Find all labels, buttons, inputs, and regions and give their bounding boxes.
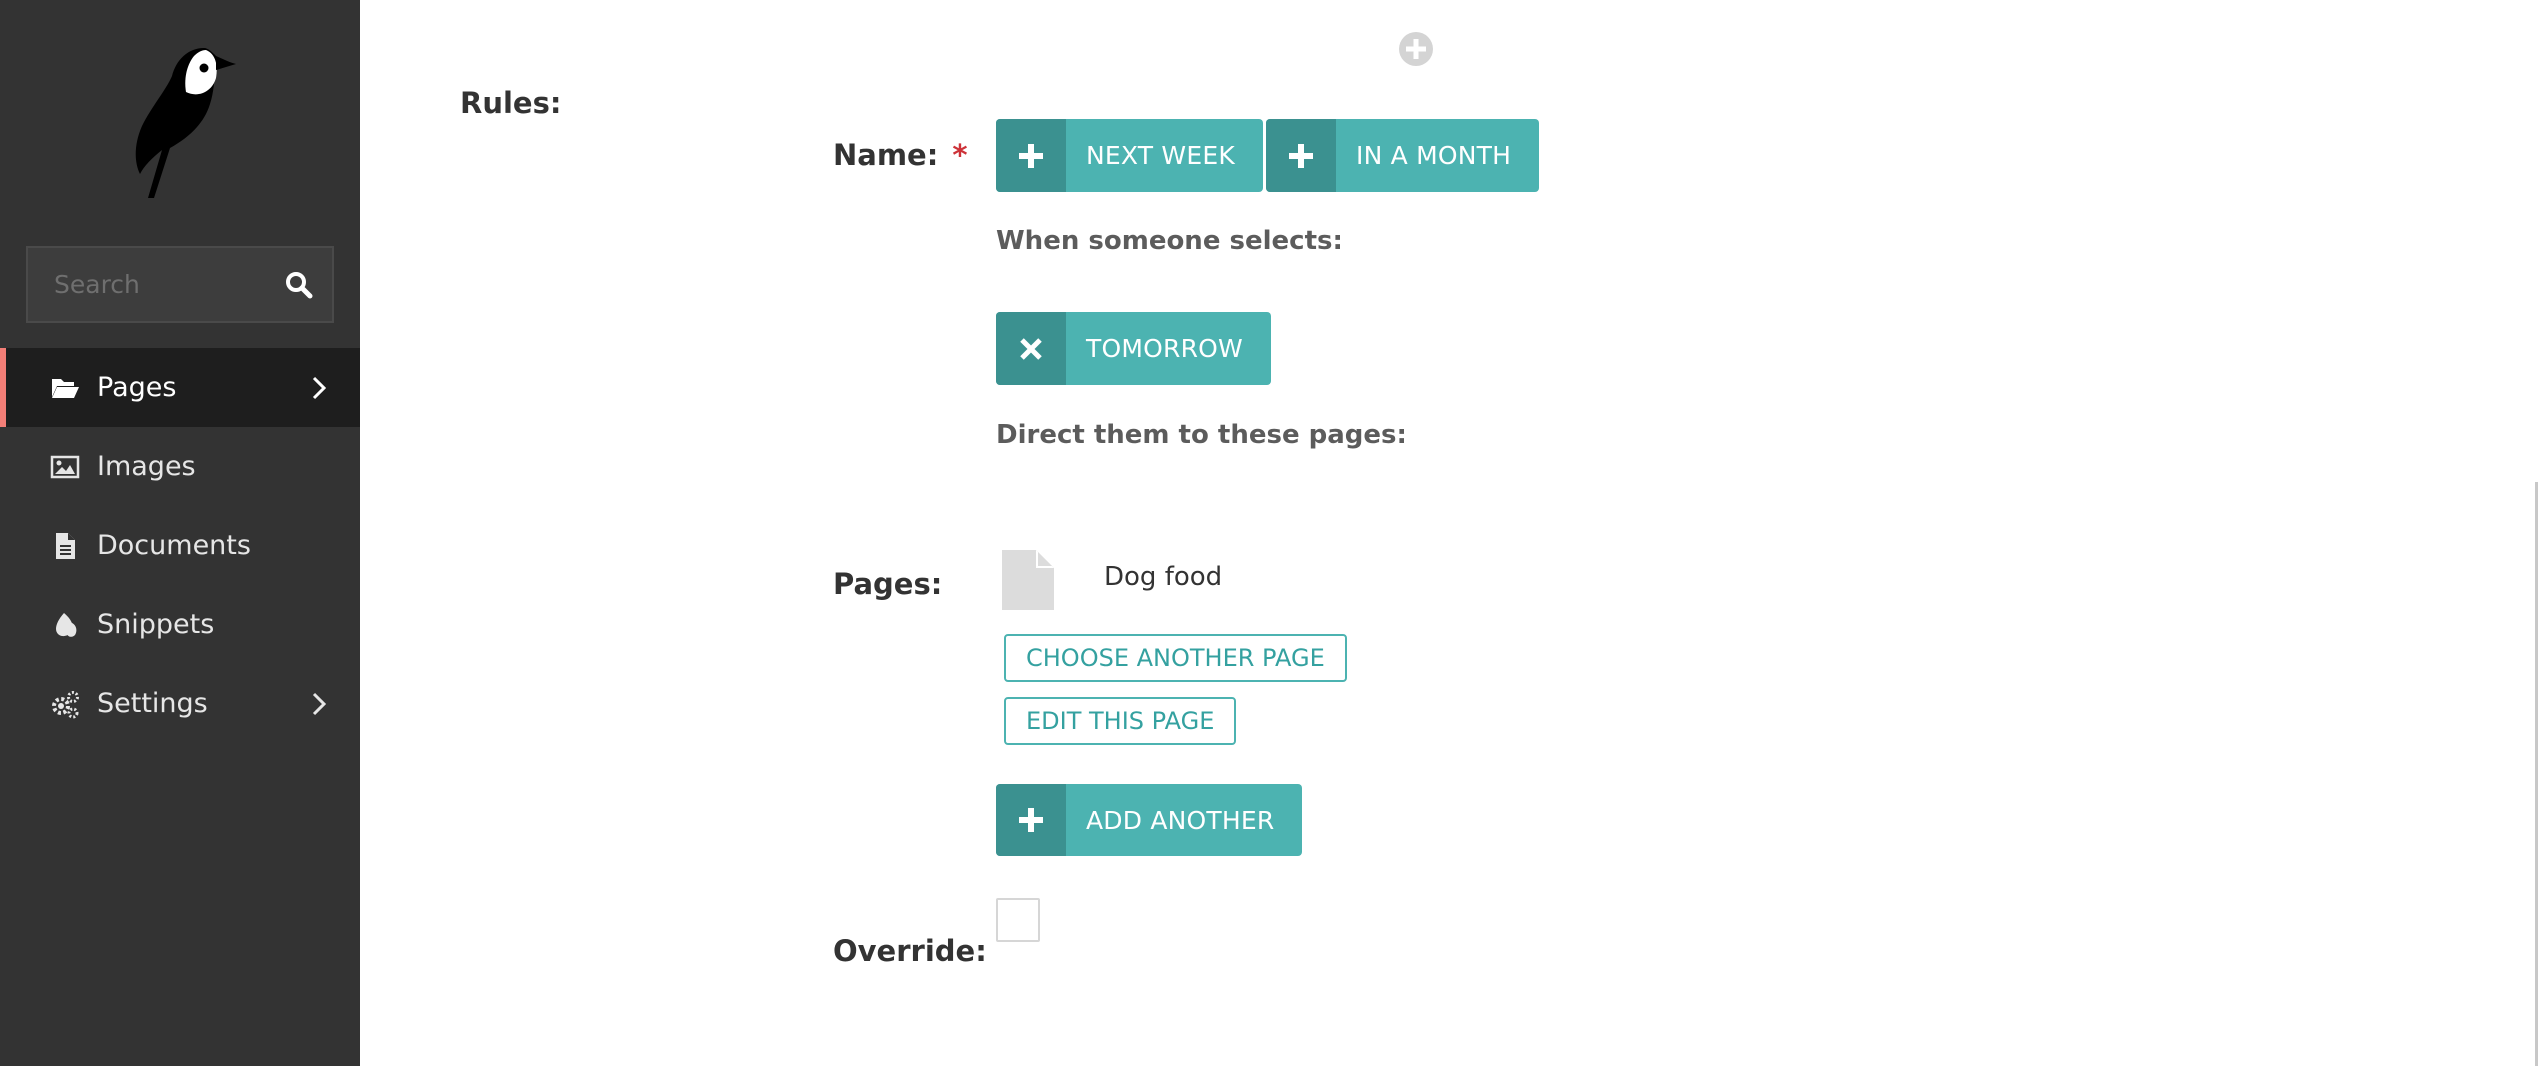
sidebar-item-images[interactable]: Images (0, 427, 360, 506)
button-label: TOMORROW (1086, 334, 1243, 363)
add-another-button[interactable]: ADD ANOTHER (996, 784, 1303, 856)
sidebar-item-label: Snippets (97, 609, 215, 640)
button-label: IN A MONTH (1356, 141, 1512, 170)
sidebar-item-pages[interactable]: Pages (0, 348, 360, 427)
search-box (26, 246, 334, 323)
override-checkbox[interactable] (996, 898, 1040, 942)
sidebar-item-snippets[interactable]: Snippets (0, 585, 360, 664)
plus-icon (996, 119, 1066, 192)
sidebar-item-label: Pages (97, 372, 177, 403)
add-circle-icon[interactable] (1397, 30, 1435, 68)
sidebar: Pages Images Documents (0, 0, 360, 1066)
rules-label: Rules: (460, 86, 562, 120)
page-icon (1002, 550, 1054, 610)
scrollbar-thumb[interactable] (2535, 482, 2538, 1066)
add-next-week-button[interactable]: NEXT WEEK (996, 119, 1263, 192)
edit-this-page-button[interactable]: EDIT THIS PAGE (1004, 697, 1237, 745)
sidebar-item-documents[interactable]: Documents (0, 506, 360, 585)
name-label-text: Name: (833, 138, 939, 172)
override-label: Override: (833, 934, 987, 968)
chevron-right-icon (312, 376, 327, 399)
cogs-icon (52, 690, 79, 718)
sidebar-nav: Pages Images Documents Snippets Settings (0, 348, 360, 743)
pages-label: Pages: (833, 567, 943, 601)
main-content: Rules: Name: * NEXT WEEK IN A MONTH When … (360, 0, 2540, 1066)
search-icon[interactable] (284, 270, 314, 300)
plus-icon (1266, 119, 1336, 192)
chevron-right-icon (312, 692, 327, 715)
image-icon (50, 455, 80, 478)
snippet-icon (56, 612, 77, 637)
plus-icon (996, 784, 1066, 856)
button-label: ADD ANOTHER (1086, 805, 1275, 835)
close-icon (996, 312, 1066, 385)
sidebar-item-label: Settings (97, 688, 208, 719)
add-in-a-month-button[interactable]: IN A MONTH (1266, 119, 1540, 192)
sidebar-item-label: Documents (97, 530, 251, 561)
sidebar-item-label: Images (97, 451, 196, 482)
document-icon (56, 532, 75, 559)
search-input[interactable] (28, 248, 268, 321)
folder-open-icon (52, 378, 79, 398)
name-label: Name: * (833, 138, 968, 172)
direct-to-pages-label: Direct them to these pages: (996, 420, 1407, 450)
when-someone-selects-label: When someone selects: (996, 226, 1343, 256)
button-label: NEXT WEEK (1086, 141, 1235, 170)
selected-page-title: Dog food (1104, 562, 1223, 592)
remove-tomorrow-button[interactable]: TOMORROW (996, 312, 1271, 385)
wagtail-logo[interactable] (112, 40, 242, 200)
sidebar-item-settings[interactable]: Settings (0, 664, 360, 743)
required-marker: * (952, 138, 968, 172)
choose-another-page-button[interactable]: CHOOSE ANOTHER PAGE (1004, 634, 1347, 682)
